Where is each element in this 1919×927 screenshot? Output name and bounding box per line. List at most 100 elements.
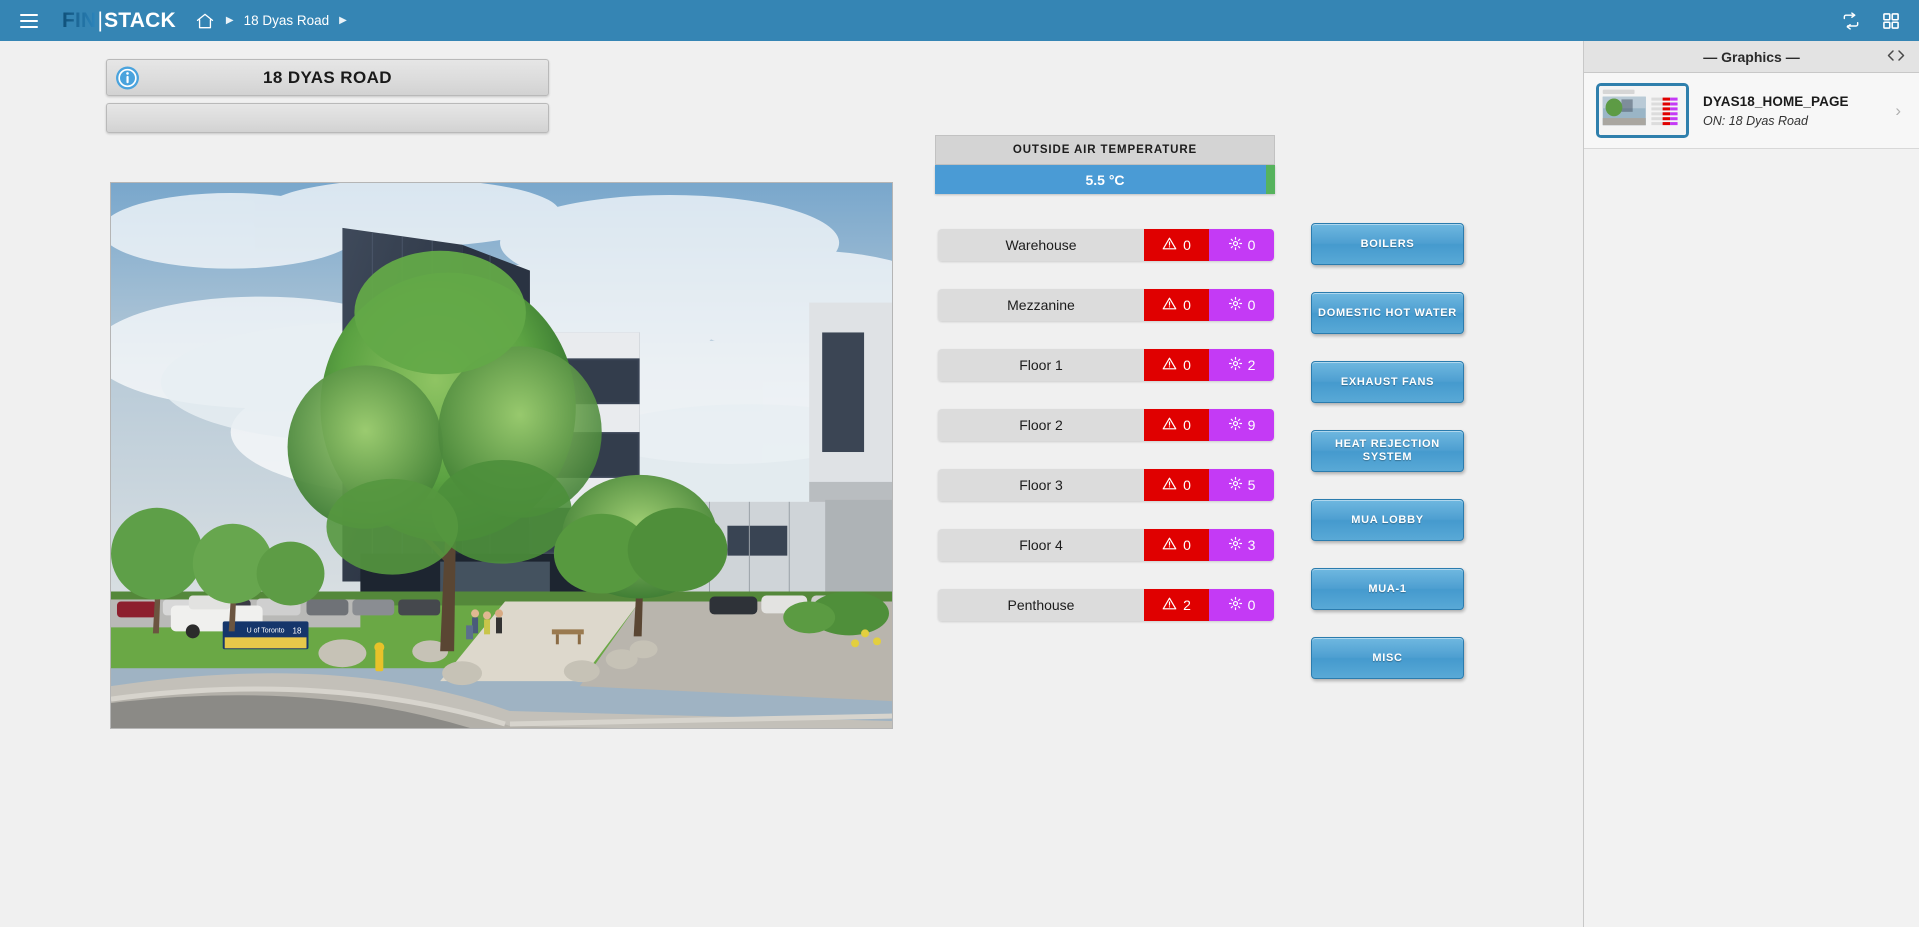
floor-row: Floor 3 0 5 bbox=[938, 469, 1274, 501]
graphic-canvas: 18 DYAS ROAD U of Toronto 18 OUTSIDE AIR… bbox=[0, 41, 1583, 927]
breadcrumb-separator-1: ▶ bbox=[225, 15, 234, 26]
info-circle-icon[interactable] bbox=[115, 65, 140, 90]
floor-alarm-badge[interactable]: 0 bbox=[1144, 529, 1209, 561]
floor-alarm-count: 2 bbox=[1183, 597, 1191, 613]
building-photo: U of Toronto 18 bbox=[110, 182, 893, 729]
floor-alarm-count: 0 bbox=[1183, 417, 1191, 433]
page-subtitle-box bbox=[106, 103, 549, 133]
floor-name[interactable]: Warehouse bbox=[938, 229, 1144, 261]
equipment-button[interactable]: MUA-1 bbox=[1311, 568, 1464, 610]
floor-override-badge[interactable]: 9 bbox=[1209, 409, 1274, 441]
graphic-meta: DYAS18_HOME_PAGE ON: 18 Dyas Road bbox=[1703, 94, 1881, 128]
floor-alarm-badge[interactable]: 0 bbox=[1144, 469, 1209, 501]
warning-triangle-icon bbox=[1162, 476, 1177, 494]
hamburger-menu-icon[interactable] bbox=[8, 0, 50, 41]
floor-row: Penthouse 2 0 bbox=[938, 589, 1274, 621]
top-navigation-bar: FIN | STACK ▶ 18 Dyas Road ▶ bbox=[0, 0, 1919, 41]
breadcrumb-separator-2[interactable]: ▶ bbox=[339, 15, 347, 26]
floor-alarm-badge[interactable]: 0 bbox=[1144, 409, 1209, 441]
equipment-button[interactable]: MISC bbox=[1311, 637, 1464, 679]
floor-override-badge[interactable]: 5 bbox=[1209, 469, 1274, 501]
equipment-button[interactable]: BOILERS bbox=[1311, 223, 1464, 265]
floor-name[interactable]: Mezzanine bbox=[938, 289, 1144, 321]
equipment-button-label: MUA LOBBY bbox=[1351, 513, 1424, 526]
floor-row: Warehouse 0 0 bbox=[938, 229, 1274, 261]
equipment-button-label: HEAT REJECTION SYSTEM bbox=[1335, 438, 1440, 463]
floor-override-badge[interactable]: 0 bbox=[1209, 229, 1274, 261]
gear-icon bbox=[1228, 236, 1243, 254]
gear-icon bbox=[1228, 356, 1243, 374]
floor-name[interactable]: Floor 3 bbox=[938, 469, 1144, 501]
equipment-button-column: BOILERS DOMESTIC HOT WATER EXHAUST FANS HEA… bbox=[1311, 223, 1464, 706]
svg-text:U of Toronto: U of Toronto bbox=[247, 627, 285, 634]
brand-stack-text: STACK bbox=[104, 8, 176, 32]
graphic-subtitle: ON: 18 Dyas Road bbox=[1703, 113, 1808, 128]
oat-bar-cap bbox=[1266, 165, 1275, 194]
warning-triangle-icon bbox=[1162, 416, 1177, 434]
gear-icon bbox=[1228, 416, 1243, 434]
breadcrumb-site[interactable]: 18 Dyas Road bbox=[244, 13, 330, 28]
floor-row: Floor 1 0 2 bbox=[938, 349, 1274, 381]
floor-name[interactable]: Penthouse bbox=[938, 589, 1144, 621]
chevron-right-icon[interactable]: › bbox=[1895, 101, 1907, 121]
floor-override-count: 9 bbox=[1247, 417, 1256, 433]
floor-row: Floor 4 0 3 bbox=[938, 529, 1274, 561]
floor-name[interactable]: Floor 1 bbox=[938, 349, 1144, 381]
gear-icon bbox=[1228, 596, 1243, 614]
warning-triangle-icon bbox=[1162, 536, 1177, 554]
floor-override-badge[interactable]: 3 bbox=[1209, 529, 1274, 561]
floor-override-badge[interactable]: 0 bbox=[1209, 589, 1274, 621]
floor-override-count: 3 bbox=[1247, 537, 1256, 553]
graphics-list: DYAS18_HOME_PAGE ON: 18 Dyas Road › bbox=[1584, 73, 1919, 149]
floor-alarm-badge[interactable]: 0 bbox=[1144, 349, 1209, 381]
floor-override-badge[interactable]: 0 bbox=[1209, 289, 1274, 321]
equipment-button-label: DOMESTIC HOT WATER bbox=[1318, 306, 1457, 319]
brand-separator: | bbox=[97, 8, 104, 32]
floor-name[interactable]: Floor 2 bbox=[938, 409, 1144, 441]
gear-icon bbox=[1228, 476, 1243, 494]
equipment-button-label: BOILERS bbox=[1360, 237, 1415, 250]
floor-name[interactable]: Floor 4 bbox=[938, 529, 1144, 561]
refresh-repeat-icon[interactable] bbox=[1840, 10, 1862, 32]
equipment-button[interactable]: DOMESTIC HOT WATER bbox=[1311, 292, 1464, 334]
gear-icon bbox=[1228, 536, 1243, 554]
graphics-panel-header: — Graphics — bbox=[1584, 41, 1919, 73]
code-brackets-icon[interactable] bbox=[1887, 48, 1905, 65]
graphic-thumbnail[interactable] bbox=[1596, 83, 1689, 138]
home-icon[interactable] bbox=[194, 10, 216, 32]
equipment-button-label: MISC bbox=[1372, 651, 1403, 664]
equipment-button-label: MUA-1 bbox=[1368, 582, 1407, 595]
equipment-button-label: EXHAUST FANS bbox=[1340, 375, 1435, 388]
outside-air-temperature-widget: OUTSIDE AIR TEMPERATURE 5.5 °C bbox=[935, 135, 1275, 194]
graphics-side-panel: — Graphics — DYAS18_HOME_PAGE ON: 18 Dyas… bbox=[1583, 41, 1919, 927]
equipment-button[interactable]: EXHAUST FANS bbox=[1311, 361, 1464, 403]
floor-alarm-count: 0 bbox=[1183, 237, 1191, 253]
brand-fin-text: FIN bbox=[62, 8, 97, 32]
oat-value: 5.5 °C bbox=[1085, 171, 1125, 188]
equipment-button[interactable]: MUA LOBBY bbox=[1311, 499, 1464, 541]
floor-alarm-count: 0 bbox=[1183, 477, 1191, 493]
warning-triangle-icon bbox=[1162, 596, 1177, 614]
floor-override-badge[interactable]: 2 bbox=[1209, 349, 1274, 381]
oat-value-bar[interactable]: 5.5 °C bbox=[935, 165, 1275, 194]
floor-override-count: 0 bbox=[1247, 597, 1256, 613]
warning-triangle-icon bbox=[1162, 296, 1177, 314]
floor-alarm-badge[interactable]: 0 bbox=[1144, 229, 1209, 261]
floor-override-count: 0 bbox=[1247, 237, 1256, 253]
oat-label: OUTSIDE AIR TEMPERATURE bbox=[935, 135, 1275, 165]
topbar-actions bbox=[1840, 10, 1919, 32]
svg-text:18: 18 bbox=[293, 626, 302, 635]
grid-apps-icon[interactable] bbox=[1880, 10, 1902, 32]
page-title-box: 18 DYAS ROAD bbox=[106, 59, 549, 96]
floor-alarm-badge[interactable]: 0 bbox=[1144, 289, 1209, 321]
floor-status-list: Warehouse 0 0 Mezzanine 0 0 Floor 1 0 2 Floor 2 0 9… bbox=[938, 229, 1274, 649]
floor-row: Floor 2 0 9 bbox=[938, 409, 1274, 441]
floor-alarm-count: 0 bbox=[1183, 357, 1191, 373]
floor-override-count: 0 bbox=[1247, 297, 1256, 313]
floor-alarm-badge[interactable]: 2 bbox=[1144, 589, 1209, 621]
app-logo[interactable]: FIN | STACK bbox=[62, 9, 176, 33]
equipment-button[interactable]: HEAT REJECTION SYSTEM bbox=[1311, 430, 1464, 472]
gear-icon bbox=[1228, 296, 1243, 314]
warning-triangle-icon bbox=[1162, 236, 1177, 254]
graphics-list-item[interactable]: DYAS18_HOME_PAGE ON: 18 Dyas Road › bbox=[1584, 73, 1919, 149]
